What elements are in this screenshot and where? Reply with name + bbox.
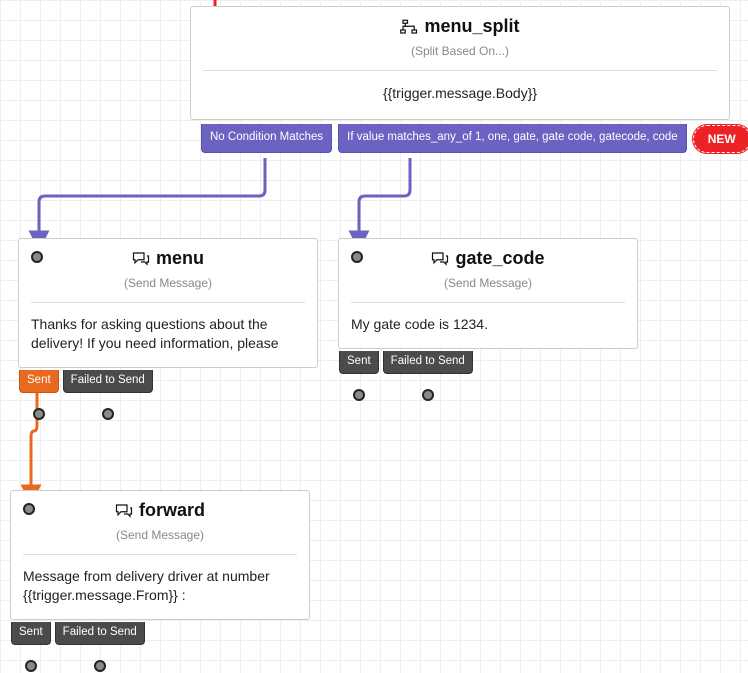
output-port[interactable] [94,660,106,672]
output-port[interactable] [422,389,434,401]
widget-title: gate_code [431,249,544,269]
input-port[interactable] [351,251,363,263]
widget-title-text: menu [156,249,204,269]
condition-no-match[interactable]: No Condition Matches [201,124,332,153]
widget-body: My gate code is 1234. [339,309,637,348]
input-port[interactable] [23,503,35,515]
output-sent-label: Sent [19,626,43,638]
widget-subtitle: (Send Message) [23,528,297,542]
widget-subtitle: (Send Message) [31,276,305,290]
chat-icon [132,251,150,267]
output-sent-label: Sent [27,374,51,386]
chat-icon [115,503,133,519]
output-port[interactable] [33,408,45,420]
output-failed[interactable]: Failed to Send [63,370,153,393]
widget-header: menu (Send Message) [19,239,317,296]
widget-body: Thanks for asking questions about the de… [19,309,317,367]
widget-header: menu_split (Split Based On...) [191,7,729,64]
widget-menu-split[interactable]: menu_split (Split Based On...) {{trigger… [190,6,730,120]
widget-gate-code[interactable]: gate_code (Send Message) My gate code is… [338,238,638,349]
output-sent-label: Sent [347,355,371,367]
condition-match[interactable]: If value matches_any_of 1, one, gate, ga… [338,124,687,153]
chat-icon [431,251,449,267]
output-failed-label: Failed to Send [391,355,465,367]
widget-header: forward (Send Message) [11,491,309,548]
output-failed-label: Failed to Send [63,626,137,638]
output-port[interactable] [102,408,114,420]
widget-title: forward [115,501,205,521]
divider [351,302,625,303]
widget-title-text: forward [139,501,205,521]
output-port[interactable] [25,660,37,672]
widget-body: Message from delivery driver at number {… [11,561,309,619]
widget-title: menu [132,249,204,269]
output-sent[interactable]: Sent [339,351,379,374]
divider [203,70,717,71]
output-sent[interactable]: Sent [19,370,59,393]
widget-title-text: menu_split [424,17,519,37]
widget-menu[interactable]: menu (Send Message) Thanks for asking qu… [18,238,318,368]
output-sent[interactable]: Sent [11,622,51,645]
widget-title-text: gate_code [455,249,544,269]
output-failed-label: Failed to Send [71,374,145,386]
widget-title: menu_split [400,17,519,37]
split-expression: {{trigger.message.Body}} [191,77,729,119]
divider [23,554,297,555]
divider [31,302,305,303]
output-failed[interactable]: Failed to Send [55,622,145,645]
output-failed[interactable]: Failed to Send [383,351,473,374]
output-port[interactable] [353,389,365,401]
split-icon [400,19,418,35]
input-port[interactable] [31,251,43,263]
widget-forward[interactable]: forward (Send Message) Message from deli… [10,490,310,620]
new-condition-button[interactable]: NEW [693,125,748,153]
widget-subtitle: (Split Based On...) [203,44,717,58]
widget-header: gate_code (Send Message) [339,239,637,296]
widget-subtitle: (Send Message) [351,276,625,290]
